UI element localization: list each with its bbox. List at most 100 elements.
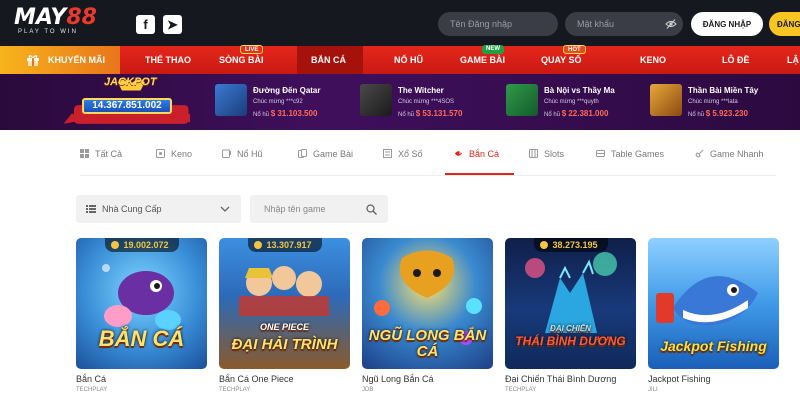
- winner-user: Chúc mừng ***4SOS: [398, 99, 455, 105]
- winner-game: Thần Bài Miền Tây: [688, 86, 759, 95]
- slots-icon: [529, 149, 538, 158]
- grid-icon: [80, 149, 89, 158]
- game-name: Đại Chiến Thái Bình Dương: [505, 374, 617, 384]
- rocket-icon: [695, 149, 704, 158]
- nav-item-casino[interactable]: SÒNG BÀI: [219, 55, 264, 65]
- username-input[interactable]: [438, 12, 558, 36]
- game-name: Bắn Cá: [76, 374, 107, 384]
- nav-item-keno[interactable]: KENO: [640, 55, 666, 65]
- game-provider: JDB: [362, 387, 374, 393]
- winner-amount: Nổ hũ $ 5.923.230: [688, 109, 748, 118]
- logo-wordmark: MAY88: [14, 5, 97, 30]
- cards-icon: [298, 149, 307, 158]
- game-name: Bắn Cá One Piece: [219, 374, 294, 384]
- jackpot-amount: 14.367.851.002: [92, 100, 162, 111]
- telegram-icon[interactable]: ➤: [163, 15, 182, 34]
- tab-lottery[interactable]: Xổ Số: [383, 149, 423, 175]
- game-provider: JILI: [648, 387, 658, 393]
- tab-table-games[interactable]: Table Games: [596, 149, 664, 175]
- nav-item-label: KHUYẾN MÃI: [48, 55, 106, 65]
- nav-item-slots[interactable]: NỔ HŨ: [394, 55, 423, 65]
- game-name: Jackpot Fishing: [648, 374, 711, 384]
- winner-user: Chúc mừng ***quyth: [544, 99, 599, 105]
- provider-select[interactable]: Nhà Cung Cấp: [76, 195, 241, 223]
- nav-item-more[interactable]: LẬ: [787, 55, 799, 65]
- top-header: MAY88 PLAY TO WIN f ➤ ĐĂNG NHẬP ĐĂNG: [0, 0, 800, 46]
- jackpot-banner: JACKPOT 14.367.851.002 Đường Đến Qatar C…: [0, 74, 800, 130]
- game-provider: TECHPLAY: [76, 387, 108, 393]
- coin-icon: [539, 241, 548, 249]
- game-jackpot-pill: 38.273.195: [533, 238, 608, 252]
- game-art-subtitle: ONE PIECE: [259, 322, 309, 332]
- new-badge: NEW: [482, 45, 504, 54]
- tab-card-games[interactable]: Game Bài: [298, 149, 353, 175]
- fish-icon: [455, 151, 462, 156]
- facebook-icon[interactable]: f: [136, 15, 155, 34]
- winner-thumbnail: [215, 84, 247, 116]
- tabs-divider: [80, 175, 776, 176]
- game-art-title: BẮN CÁ: [98, 326, 185, 351]
- slot-machine-icon: [222, 149, 231, 158]
- game-thumbnail: NGŨ LONG BẮN CÁ: [362, 238, 493, 369]
- gift-icon: [27, 55, 39, 66]
- game-art-title: Jackpot Fishing: [660, 338, 767, 354]
- tab-slots[interactable]: Slots: [529, 149, 564, 175]
- game-search: [250, 195, 388, 223]
- lottery-icon: [383, 149, 392, 158]
- nav-item-lottery[interactable]: QUAY SỐ: [541, 55, 582, 65]
- table-icon: [596, 150, 605, 157]
- winner-thumbnail: [360, 84, 392, 116]
- tab-slots-jackpot[interactable]: Nổ Hũ: [222, 149, 263, 175]
- nav-item-lode[interactable]: LÔ ĐỀ: [722, 55, 750, 65]
- list-filter-icon: [86, 205, 96, 213]
- keno-icon: [156, 149, 165, 158]
- winner-user: Chúc mừng ***c92: [253, 99, 303, 105]
- game-search-input[interactable]: [250, 195, 360, 223]
- game-provider: TECHPLAY: [505, 387, 537, 393]
- game-art-title: ĐẠI HẢI TRÌNH: [231, 336, 338, 353]
- winner-thumbnail: [506, 84, 538, 116]
- monster-art: [525, 252, 617, 333]
- live-badge: LIVE: [240, 45, 264, 54]
- provider-select-label: Nhà Cung Cấp: [102, 204, 162, 214]
- nav-item-sports[interactable]: THỂ THAO: [145, 55, 191, 65]
- winner-game: The Witcher: [398, 86, 444, 95]
- winner-amount: Nổ hũ $ 31.103.500: [253, 109, 318, 118]
- winner-game: Đường Đến Qatar: [253, 86, 321, 95]
- nav-item-promotions[interactable]: KHUYẾN MÃI: [0, 46, 120, 74]
- winner-user: Chúc mừng ***lata: [688, 99, 738, 105]
- game-jackpot-pill: 13.307.917: [247, 238, 322, 252]
- hot-badge: HOT: [563, 45, 586, 54]
- game-thumbnail: ĐẠI CHIẾN THÁI BÌNH DƯƠNG 38.273.195: [505, 238, 636, 369]
- eye-slash-icon[interactable]: [665, 18, 677, 30]
- tab-keno[interactable]: Keno: [156, 149, 192, 175]
- site-logo[interactable]: MAY88 PLAY TO WIN: [14, 5, 97, 36]
- game-art-subtitle: ĐẠI CHIẾN: [550, 324, 591, 333]
- tab-fishing[interactable]: Bắn Cá: [454, 149, 499, 175]
- game-thumbnail: ONE PIECE ĐẠI HẢI TRÌNH 13.307.917: [219, 238, 350, 369]
- nav-item-fishing[interactable]: BẮN CÁ: [311, 55, 346, 65]
- winner-game: Bà Nội vs Thầy Ma: [544, 86, 615, 95]
- game-thumbnail: Jackpot Fishing: [648, 238, 779, 369]
- winner-amount: Nổ hũ $ 22.381.000: [544, 109, 609, 118]
- game-name: Ngũ Long Bắn Cá: [362, 374, 434, 384]
- game-thumbnail: BẮN CÁ 19.002.072: [76, 238, 207, 369]
- nav-item-card-games[interactable]: GAME BÀI: [460, 55, 505, 65]
- game-provider: TECHPLAY: [219, 387, 251, 393]
- game-jackpot-pill: 19.002.072: [104, 238, 179, 252]
- game-art-title: NGŨ LONG BẮN CÁ: [368, 327, 487, 360]
- tab-quick-games[interactable]: Game Nhanh: [695, 149, 764, 175]
- category-tabs: Tất Cả Keno Nổ Hũ Game Bài Xổ Số Bắn Cá …: [0, 130, 800, 180]
- coin-icon: [110, 241, 119, 249]
- winner-amount: Nổ hũ $ 53.131.570: [398, 109, 463, 118]
- tab-all[interactable]: Tất Cả: [80, 149, 122, 175]
- jackpot-title: JACKPOT: [104, 76, 157, 88]
- winner-thumbnail: [650, 84, 682, 116]
- register-button[interactable]: ĐĂNG: [769, 12, 800, 36]
- search-icon[interactable]: [366, 204, 377, 215]
- coin-icon: [253, 241, 262, 249]
- chevron-down-icon: [220, 206, 230, 212]
- game-art-title: THÁI BÌNH DƯƠNG: [515, 334, 626, 348]
- main-nav: KHUYẾN MÃI THỂ THAO SÒNG BÀI BẮN CÁ NỔ H…: [0, 45, 800, 74]
- login-button[interactable]: ĐĂNG NHẬP: [691, 12, 763, 36]
